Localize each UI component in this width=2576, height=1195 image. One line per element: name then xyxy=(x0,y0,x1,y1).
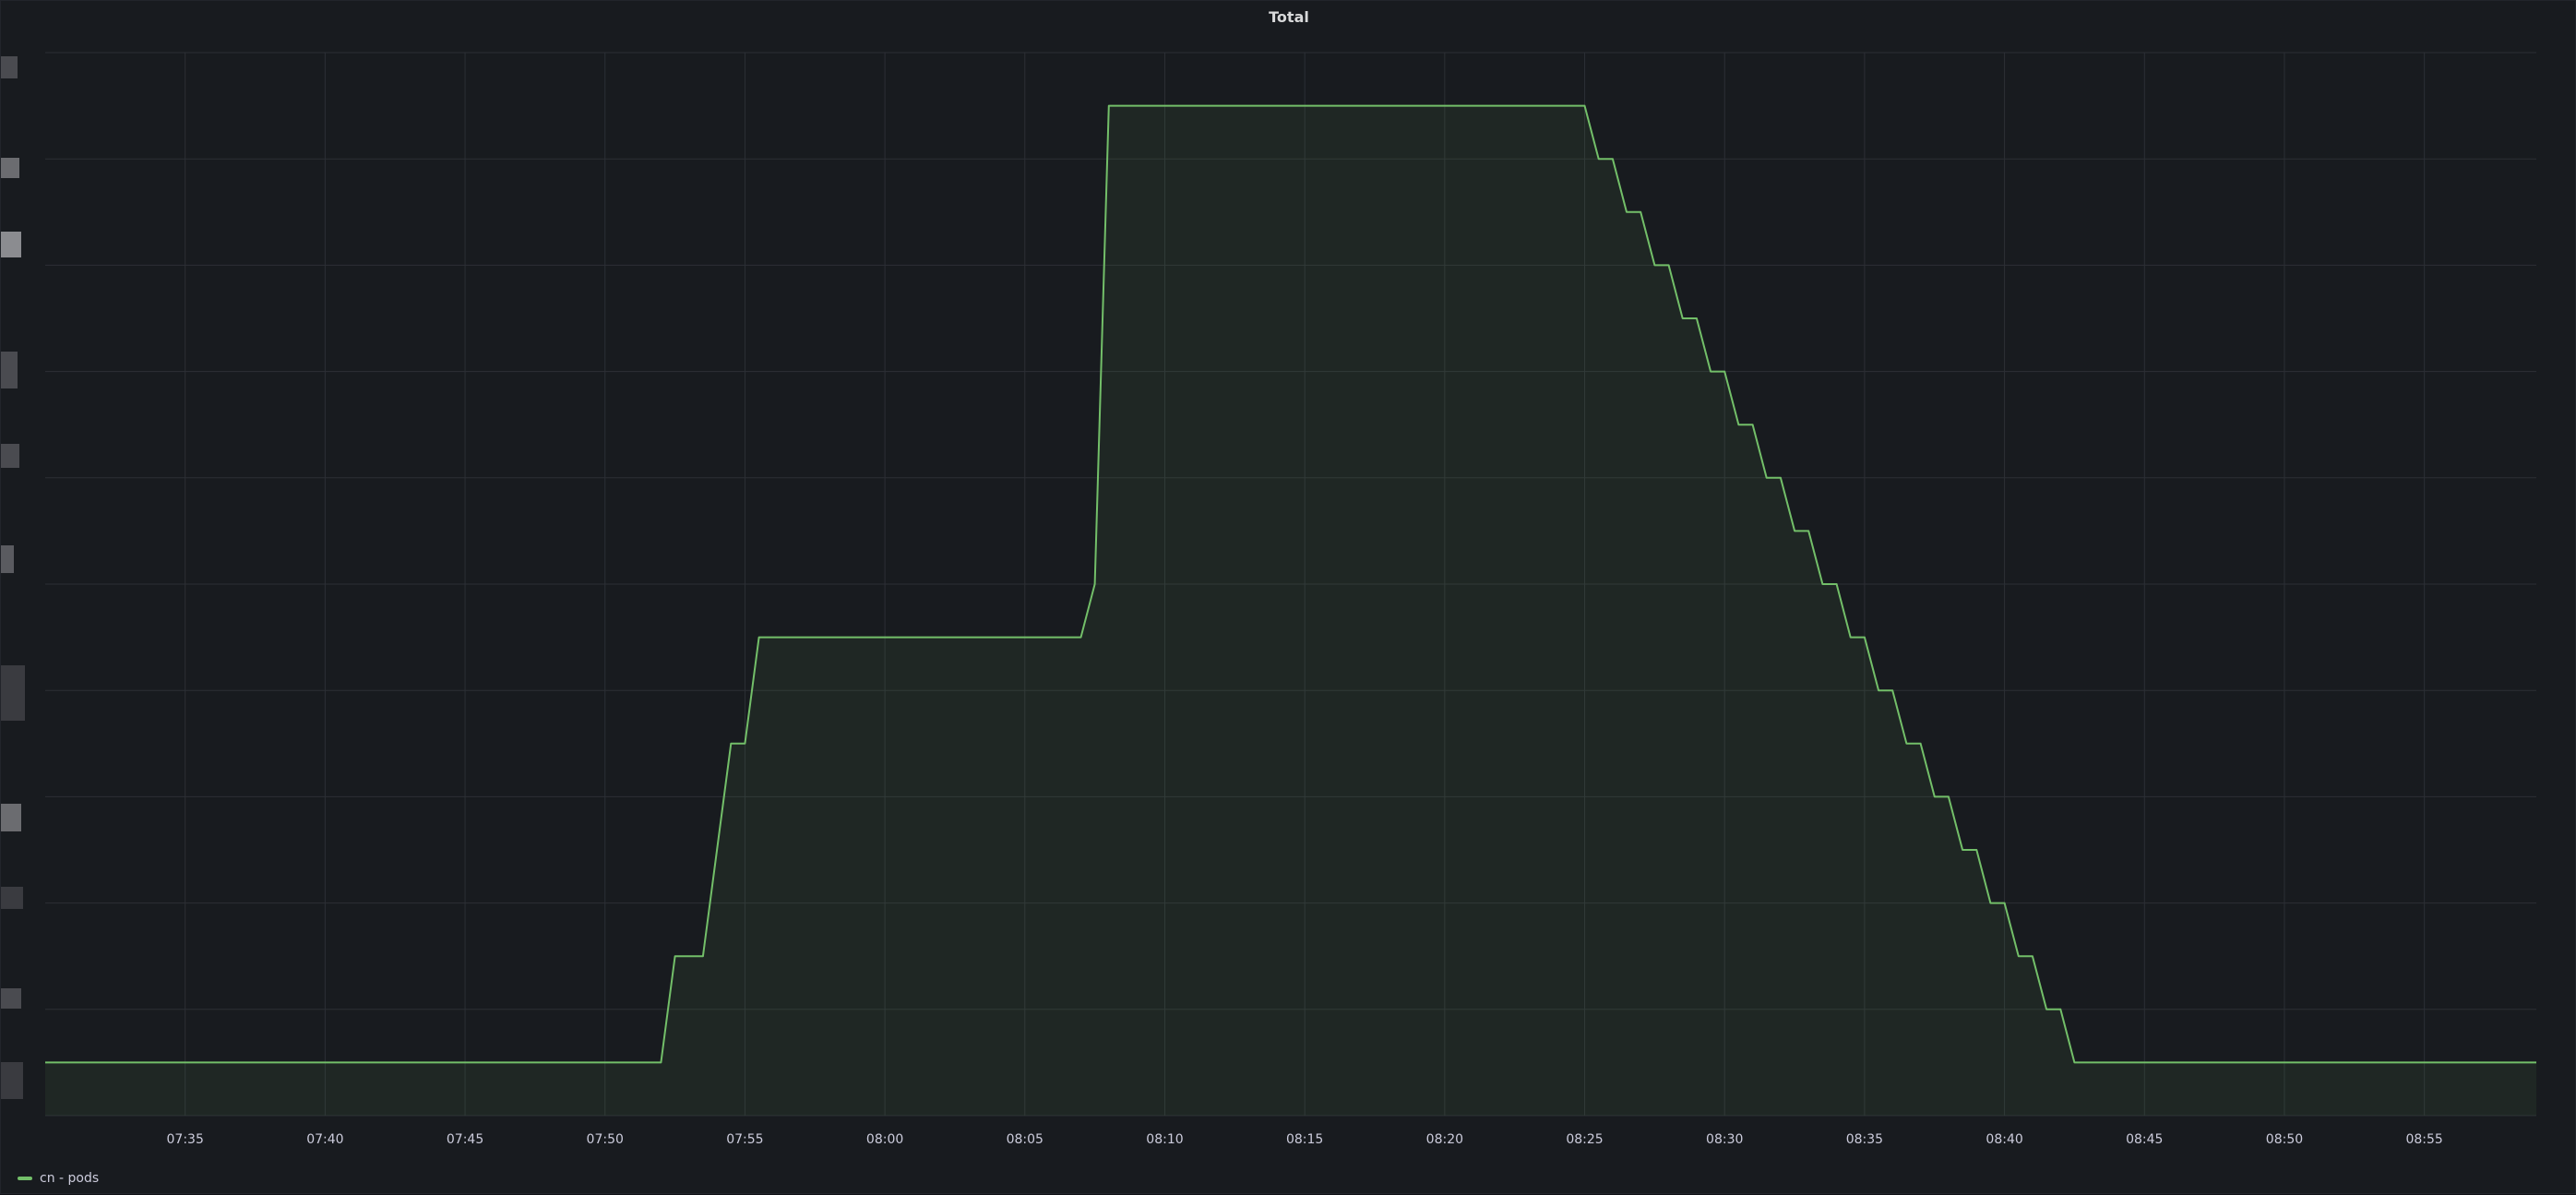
x-tick-label: 07:40 xyxy=(306,1132,343,1147)
series-area xyxy=(45,105,2536,1117)
x-tick-label: 07:35 xyxy=(167,1132,204,1147)
x-tick-label: 08:15 xyxy=(1286,1132,1323,1147)
x-tick-label: 08:50 xyxy=(2266,1132,2303,1147)
x-tick-label: 07:55 xyxy=(726,1132,763,1147)
series-area-fill xyxy=(45,105,2536,1117)
x-tick-label: 08:55 xyxy=(2405,1132,2442,1147)
x-tick-label: 08:20 xyxy=(1426,1132,1463,1147)
chart-panel: Total 07:35 07:40 07:45 07:50 07:55 08:00 08:0… xyxy=(0,0,2576,1194)
x-tick-label: 08:10 xyxy=(1146,1132,1183,1147)
left-edge-artifacts xyxy=(1,1,43,1145)
x-axis-ticks: 07:35 07:40 07:45 07:50 07:55 08:00 08:05 08:10… xyxy=(167,1132,2443,1147)
x-tick-label: 08:05 xyxy=(1007,1132,1044,1147)
legend-label: cn - pods xyxy=(40,1171,100,1186)
chart-plot: 07:35 07:40 07:45 07:50 07:55 08:00 08:05 08:10… xyxy=(45,52,2536,1147)
legend[interactable]: cn - pods xyxy=(18,1171,99,1186)
legend-swatch xyxy=(18,1177,32,1180)
x-tick-label: 08:00 xyxy=(866,1132,903,1147)
x-tick-label: 08:25 xyxy=(1566,1132,1603,1147)
x-tick-label: 08:45 xyxy=(2126,1132,2163,1147)
x-tick-label: 07:45 xyxy=(447,1132,483,1147)
x-tick-label: 08:40 xyxy=(1986,1132,2022,1147)
x-tick-label: 08:30 xyxy=(1706,1132,1743,1147)
x-tick-label: 07:50 xyxy=(587,1132,624,1147)
x-tick-label: 08:35 xyxy=(1846,1132,1883,1147)
